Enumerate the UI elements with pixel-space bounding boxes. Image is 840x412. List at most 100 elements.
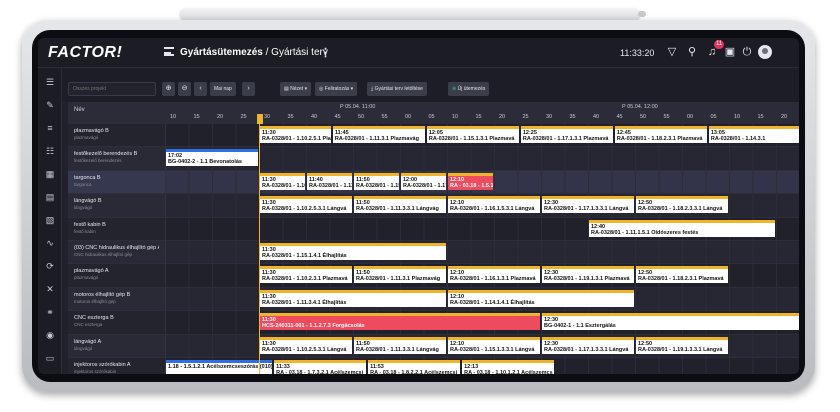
schedule-job-bar[interactable]: 12:50 RA-0328/01 - 1.18.2.3.3.1 Lángvá [636,196,728,214]
schedule-job-bar[interactable]: 13:05 RA-0328/01 - 1.14.3.1 [708,126,799,143]
schedule-job-bar[interactable]: 11:50RA-0328/01 - 1.15.1 [354,172,399,190]
schedule-job-bar[interactable]: 11:50 RA-0328/01 - 1.11.3.1 Plazmavág [354,266,446,284]
schedule-job-bar[interactable]: 1.18 - 1.5.1.2.1 Acélszemcseszórás (010) [166,360,273,374]
search-icon[interactable]: ⚲ [686,46,698,58]
labeling-dropdown[interactable]: ◎ Feliratozás ▾ [315,82,358,96]
power-icon[interactable]: ⏻ [741,46,753,58]
view-dropdown[interactable]: ▤ Nézet ▾ [280,82,312,96]
schedule-job-bar[interactable]: 11:30RA-0328/01 - 1.10.2 [260,172,305,190]
resource-row[interactable]: lángvágó Alángvágó 11:30 RA-0328/01 - 1.10… [68,334,799,358]
calendar-icon[interactable]: ▣ [724,46,736,58]
schedule-job-bar[interactable]: 11:33 RA - 03.18 - 1.7.3.2.1 Acélszemcsi [274,360,367,374]
schedule-job-bar[interactable]: 11:30 RA-0328/01 - 1.11.3.4.1 Élhajlítás [260,289,446,307]
resource-row[interactable]: injektoros szórókabin Ainjektoros szórók… [68,358,799,374]
schedule-job-bar[interactable]: 12:00RA-0328/01 - 1.17.1 [401,172,446,190]
resource-label[interactable]: festő kabin Bfestő kabin [68,217,166,240]
resource-row[interactable]: CNC esztergа B CNC esztergа 11:30 HCS-24031… [68,311,799,335]
new-schedule-button[interactable]: ⊕ Új ütemezés [448,82,490,96]
eye-icon[interactable]: ◉ [44,329,56,341]
resource-label[interactable]: lángvágó Alángvágó [68,334,166,357]
resource-label[interactable]: lángvágó Blángvágó [68,194,166,217]
schedule-job-bar[interactable]: 12:10 RA-0328/01 - 1.14.1.4.1 Élhajlítás [448,289,634,307]
today-button[interactable]: Mai nap [210,82,236,96]
resource-label[interactable]: CNC esztergа B CNC esztergа [68,311,166,334]
resource-label[interactable]: targonca Btargonca [68,170,166,194]
box-icon[interactable]: ▧ [44,214,56,226]
tasks-icon[interactable]: ≡ [44,122,56,134]
resource-label[interactable]: (03) CNC hidraulikus élhajlító gép A CNC … [68,241,166,264]
schedule-job-bar[interactable]: 12:45 RA-0328/01 - 1.18.2.3.1 Plazmavá [614,126,707,143]
link-icon[interactable]: ⚭ [44,306,56,318]
schedule-job-bar[interactable]: 12:50 RA-0328/01 - 1.18.2.3.1 Plazmavá [636,266,728,284]
document-icon[interactable]: ▭ [44,352,56,364]
major-tick-label: P 05.04. 12:00 [622,104,658,110]
schedule-job-bar[interactable]: 11:45 RA-0328/01 - 1.11.3.1 Plazmavág [332,126,425,143]
schedule-job-bar[interactable]: 12:30 RA-0328/01 - 1.19.1.3.1 Plazmavá [542,266,634,284]
filter-icon[interactable]: ▽ [666,46,678,58]
resource-row[interactable]: lángvágó Blángvágó 11:30 RA-0328/01 - 1.10… [68,194,799,218]
zoom-out-button[interactable]: ⊖ [178,82,191,96]
schedule-job-bar[interactable]: 12:50 RA-0328/01 - 1.19.1.3.3.1 Lángvá [636,336,728,354]
minor-tick-label: 55 [663,114,670,120]
resource-label[interactable]: motoros élhajlító gép Bmotoros élhajlító… [68,287,166,311]
schedule-job-bar[interactable]: 11:53 RA - 03.18 - 1.8.2.2.1 Acélszemcsi [368,360,461,374]
resource-row[interactable]: festőkezelő berendezés Bfestőkezelő bere… [68,147,799,171]
schedule-job-bar[interactable]: 12:30 RA-0328/01 - 1.17.1.3.3.1 Lángvá [542,196,634,214]
schedule-job-bar[interactable]: 11:50 RA-0328/01 - 1.11.3.3.1 Lángvág [354,336,446,354]
schedule-job-bar[interactable]: 12:05 RA-0328/01 - 1.15.1.3.1 Plazmavá [426,126,519,143]
schedule-job-bar[interactable]: 12:10 RA-0328/01 - 1.16.1.3.1 Plazmavá [448,266,540,284]
resource-row[interactable]: (03) CNC hidraulikus élhajlító gép A CNC … [68,241,799,265]
more-options-icon[interactable]: ⋮ [320,46,331,59]
schedule-job-bar[interactable]: 11:30 RA-0328/01 - 1.10.2.5.3.1 Lángvá [260,196,352,214]
sync-icon[interactable]: ⟳ [44,260,56,272]
schedule-job-bar[interactable]: 11:30 RA-0328/01 - 1.10.2.5.3.1 Lángvá [260,336,352,354]
job-start-time: 12:10 [450,270,465,277]
schedule-job-bar[interactable]: 12:25 RA-0328/01 - 1.17.1.3.1 Plazmavá [520,126,613,143]
resource-row[interactable]: festő kabin Bfestő kabin 12:40 RA-0328/01 … [68,217,799,241]
resource-label[interactable]: plazmavágó Bplazmavágó [68,124,166,147]
hamburger-menu-icon[interactable] [164,47,174,56]
resource-row[interactable]: targonca Btargonca 11:30RA-0328/01 - 1.10… [68,170,799,195]
resource-label[interactable]: plazmavágó Aplazmavágó [68,264,166,287]
schedule-job-bar[interactable]: 12:10 RA-0328/01 - 1.15.1.3.3.1 Lángvá [448,336,540,354]
calendar-sidebar-icon[interactable]: ▦ [44,168,56,180]
schedule-job-bar[interactable]: 17:02 BG-0402-2 - 1.1 Bevonatolás [166,149,258,167]
download-plan-button[interactable]: ⤓ Gyártási terv letöltése [367,82,427,96]
minor-tick-label: 20 [217,114,224,120]
minor-tick-label: 15 [757,114,764,120]
prev-button[interactable]: ‹ [194,82,207,96]
schedule-job-bar[interactable]: 12:10 RA - 03.18 - 1.5.1. [448,172,493,190]
resource-label[interactable]: festőkezelő berendezés Bfestőkezelő bere… [68,147,166,170]
list-icon[interactable]: ☰ [44,76,56,88]
job-start-time: 12:50 [638,340,653,347]
edit-icon[interactable]: ✎ [44,99,56,111]
stylus-tip [638,11,646,17]
activity-icon[interactable]: ∿ [44,237,56,249]
schedule-job-bar[interactable]: 11:50 RA-0328/01 - 1.11.3.3.1 Lángvág [354,196,446,214]
schedule-job-bar[interactable]: 12:40 RA-0328/01 - 1.11.1.5.1 Oldószeres … [589,219,775,237]
tools-icon[interactable]: ✕ [44,283,56,295]
user-avatar[interactable] [758,45,772,59]
next-button[interactable]: › [242,82,255,96]
zoom-in-button[interactable]: ⊕ [162,82,175,96]
project-search-input[interactable] [68,82,156,96]
job-start-time: 11:30 [262,317,276,324]
schedule-job-bar[interactable]: 12:10 RA-0328/01 - 1.16.1.5.3.1 Lángvá [448,196,540,214]
schedule-job-bar[interactable]: 12:30 RA-0328/01 - 1.17.1.3.3.1 Lángvá [542,336,634,354]
schedule-job-bar[interactable]: 12:13 RA - 03.18 - 1.10.1.2.1 Acélszemcs [462,360,555,374]
resource-row[interactable]: plazmavágó Bplazmavágó 11:30 RA-0328/01 - … [68,124,799,148]
minor-tick-label: 25 [522,114,529,120]
resource-label[interactable]: injektoros szórókabin Ainjektoros szórók… [68,358,166,374]
schedule-job-bar[interactable]: 11:40RA-0328/01 - 1.11.3 [307,172,352,190]
schedule-job-bar[interactable]: 11:30 HCS-240311-001 - 1.1.2.7.3 Forgácso… [260,313,540,331]
job-start-time: 12:30 [544,200,559,207]
schedule-job-bar[interactable]: 11:30 RA-0328/01 - 1.15.1.4.1 Élhajlítás [260,243,446,260]
schedule-job-bar[interactable]: 11:30 RA-0328/01 - 1.10.2.3.1 Plazmavá [260,266,352,284]
schedule-job-bar[interactable]: 11:30RA-0328/01 - 1.10.2.5.1 Plazmavá [260,126,331,143]
schedule-icon[interactable]: ☷ [44,145,56,157]
warehouse-icon[interactable]: ▤ [44,191,56,203]
resource-row[interactable]: plazmavágó Aplazmavágó 11:30 RA-0328/01 - … [68,264,799,288]
schedule-job-bar[interactable]: 12:30 BG-0402-1 - 1.1 Esztergálás [542,313,799,331]
page-title-main: Gyártásütemezés [180,47,263,58]
resource-row[interactable]: motoros élhajlító gép Bmotoros élhajlító… [68,287,799,312]
